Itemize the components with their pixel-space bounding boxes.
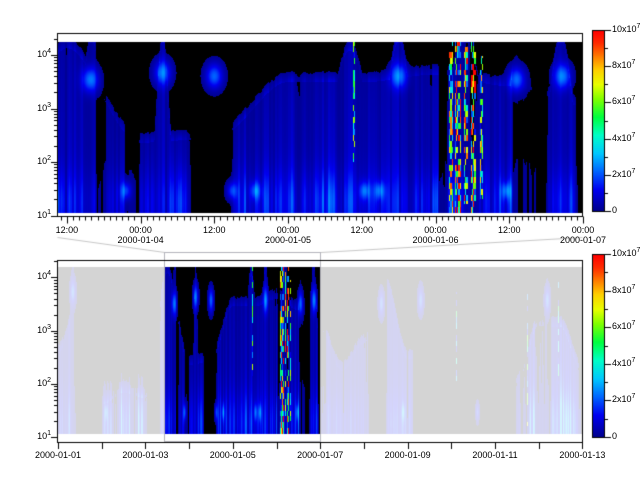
spectrogram-figure: 12:0000:002000-01-0412:0000:002000-01-05… (0, 0, 640, 480)
zoom-selection-box[interactable] (164, 252, 320, 441)
spectrogram-canvas[interactable] (0, 0, 640, 480)
